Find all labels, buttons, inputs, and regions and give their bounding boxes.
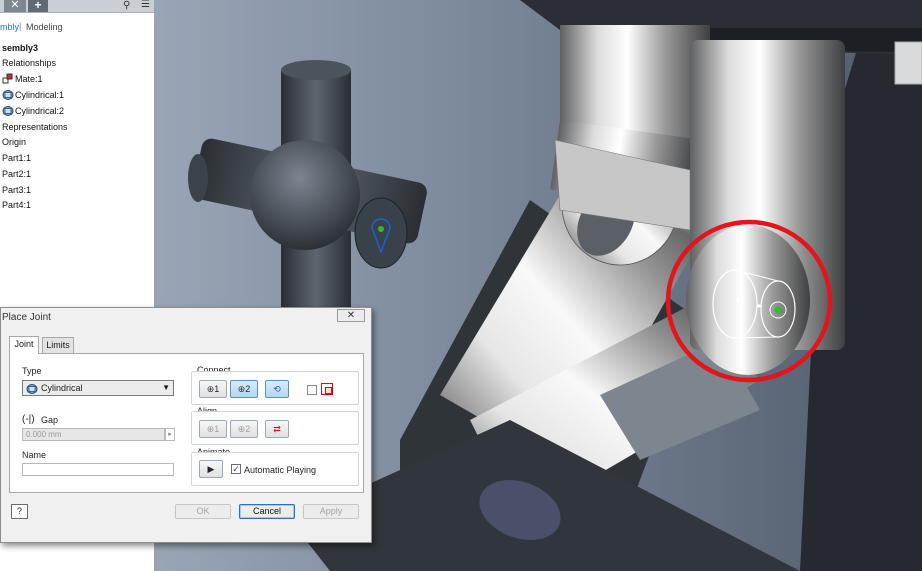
- help-button[interactable]: ?: [11, 504, 28, 519]
- browser-header: ✕ + ⚲ ☰: [0, 0, 154, 13]
- place-joint-dialog: Place Joint ✕ Joint Limits Type Cylindri…: [0, 307, 372, 543]
- connect-origin-2-button[interactable]: ⊕2: [230, 380, 258, 398]
- browser-tabs: mbly | Modeling: [0, 13, 154, 32]
- joint-type-select[interactable]: Cylindrical ▼: [22, 380, 174, 396]
- tree-node-part3[interactable]: Part3:1: [2, 184, 31, 196]
- flip-align-button[interactable]: ⇄: [265, 420, 289, 438]
- gap-icon: (-|): [22, 414, 35, 425]
- tree-node-part1[interactable]: Part1:1: [2, 152, 31, 164]
- tree-node-relationships[interactable]: Relationships: [2, 57, 56, 69]
- tab-modeling[interactable]: Modeling: [26, 22, 63, 32]
- chevron-down-icon: ▼: [162, 383, 170, 392]
- name-label: Name: [22, 450, 47, 460]
- gap-input[interactable]: 0.000 mm: [22, 428, 165, 441]
- dialog-close-button[interactable]: ✕: [337, 309, 365, 322]
- align-1-button[interactable]: ⊕1: [199, 420, 227, 438]
- tree-node-cylindrical-2[interactable]: Cylindrical:2: [2, 105, 64, 117]
- close-icon[interactable]: ✕: [4, 0, 26, 12]
- menu-icon[interactable]: ☰: [141, 0, 150, 10]
- tree-node-mate[interactable]: Mate:1: [2, 73, 43, 85]
- tree-node-representations[interactable]: Representations: [2, 121, 68, 133]
- joint-type-value: Cylindrical: [41, 383, 83, 393]
- tab-assembly[interactable]: mbly: [0, 22, 19, 32]
- tree-node-origin[interactable]: Origin: [2, 136, 26, 148]
- connect-origin-1-button[interactable]: ⊕1: [199, 380, 227, 398]
- cylindrical-joint-icon: [2, 106, 14, 116]
- tree-node-part4[interactable]: Part4:1: [2, 199, 31, 211]
- tree-node-cylindrical-1[interactable]: Cylindrical:1: [2, 89, 64, 101]
- flip-component-button[interactable]: ⟲: [265, 380, 289, 398]
- name-input[interactable]: [22, 463, 174, 476]
- gap-label: Gap: [41, 415, 59, 425]
- ok-button[interactable]: OK: [175, 504, 231, 519]
- play-button[interactable]: ▶: [199, 460, 223, 478]
- tree-node-assembly[interactable]: sembly3: [2, 42, 38, 54]
- adaptive-icon: [321, 383, 333, 395]
- type-label: Type: [22, 366, 42, 376]
- connect-option-checkbox[interactable]: [307, 385, 317, 395]
- dialog-title: Place Joint: [2, 312, 51, 323]
- cancel-button[interactable]: Cancel: [239, 504, 295, 519]
- help-icon: ?: [16, 506, 22, 516]
- mate-constraint-icon: [2, 73, 13, 84]
- flip-icon: ⟲: [273, 384, 281, 394]
- apply-button[interactable]: Apply: [303, 504, 359, 519]
- automatic-playing-label: Automatic Playing: [244, 465, 317, 475]
- align-2-button[interactable]: ⊕2: [230, 420, 258, 438]
- play-icon: ▶: [207, 464, 215, 474]
- flip-icon: ⇄: [273, 424, 281, 434]
- tree-node-part2[interactable]: Part2:1: [2, 168, 31, 180]
- search-icon[interactable]: ⚲: [123, 0, 130, 11]
- tab-separator: |: [19, 21, 22, 31]
- tab-limits[interactable]: Limits: [42, 337, 74, 353]
- cylindrical-joint-icon: [2, 90, 14, 100]
- automatic-playing-checkbox[interactable]: ✓: [231, 464, 241, 474]
- tab-joint[interactable]: Joint: [9, 336, 39, 354]
- gap-arrow-button[interactable]: ▸: [165, 428, 175, 441]
- cylindrical-joint-icon: [26, 384, 38, 394]
- add-icon[interactable]: +: [28, 0, 48, 12]
